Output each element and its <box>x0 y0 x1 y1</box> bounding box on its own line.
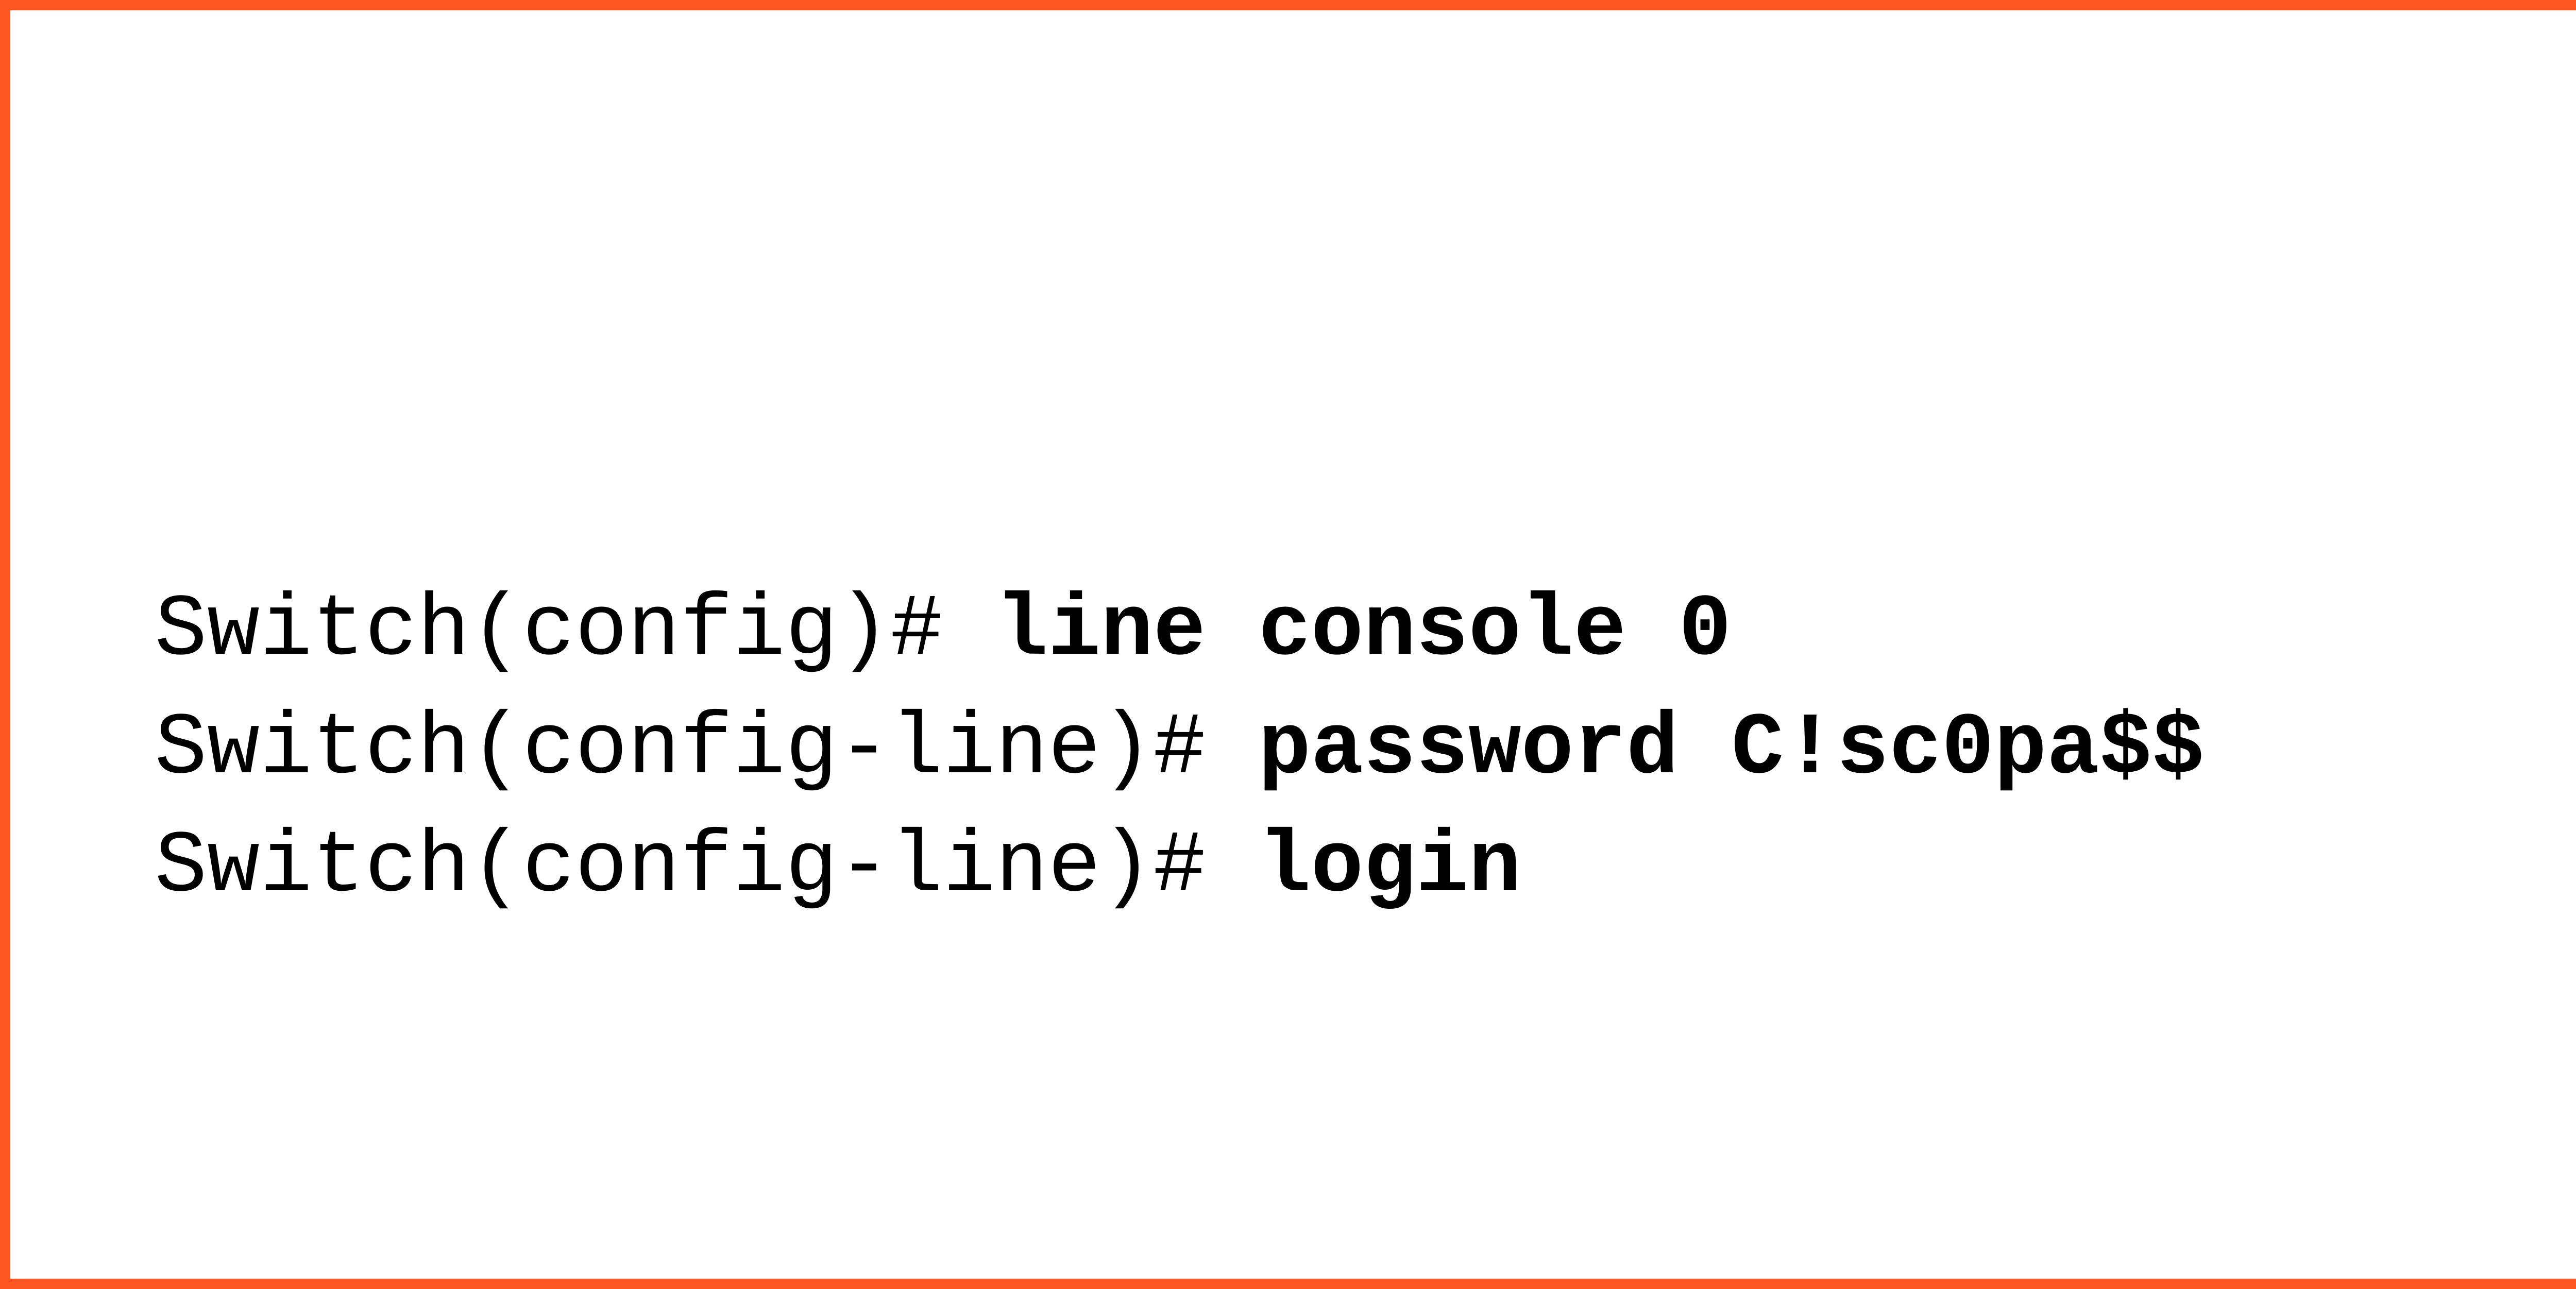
document-frame: P I V • I T Switch(config)# line console… <box>0 0 2576 1289</box>
terminal-line: Switch(config-line)# password C!sc0pa$$ <box>155 690 2205 809</box>
terminal-output: Switch(config)# line console 0 Switch(co… <box>155 572 2205 927</box>
terminal-command: line console 0 <box>995 581 1731 681</box>
terminal-line: Switch(config-line)# login <box>155 808 2205 927</box>
terminal-command: login <box>1258 818 1521 917</box>
terminal-command: password C!sc0pa$$ <box>1258 700 2204 799</box>
terminal-line: Switch(config)# line console 0 <box>155 572 2205 690</box>
terminal-prompt: Switch(config)# <box>155 581 995 681</box>
terminal-prompt: Switch(config-line)# <box>155 818 1258 917</box>
terminal-prompt: Switch(config-line)# <box>155 700 1258 799</box>
